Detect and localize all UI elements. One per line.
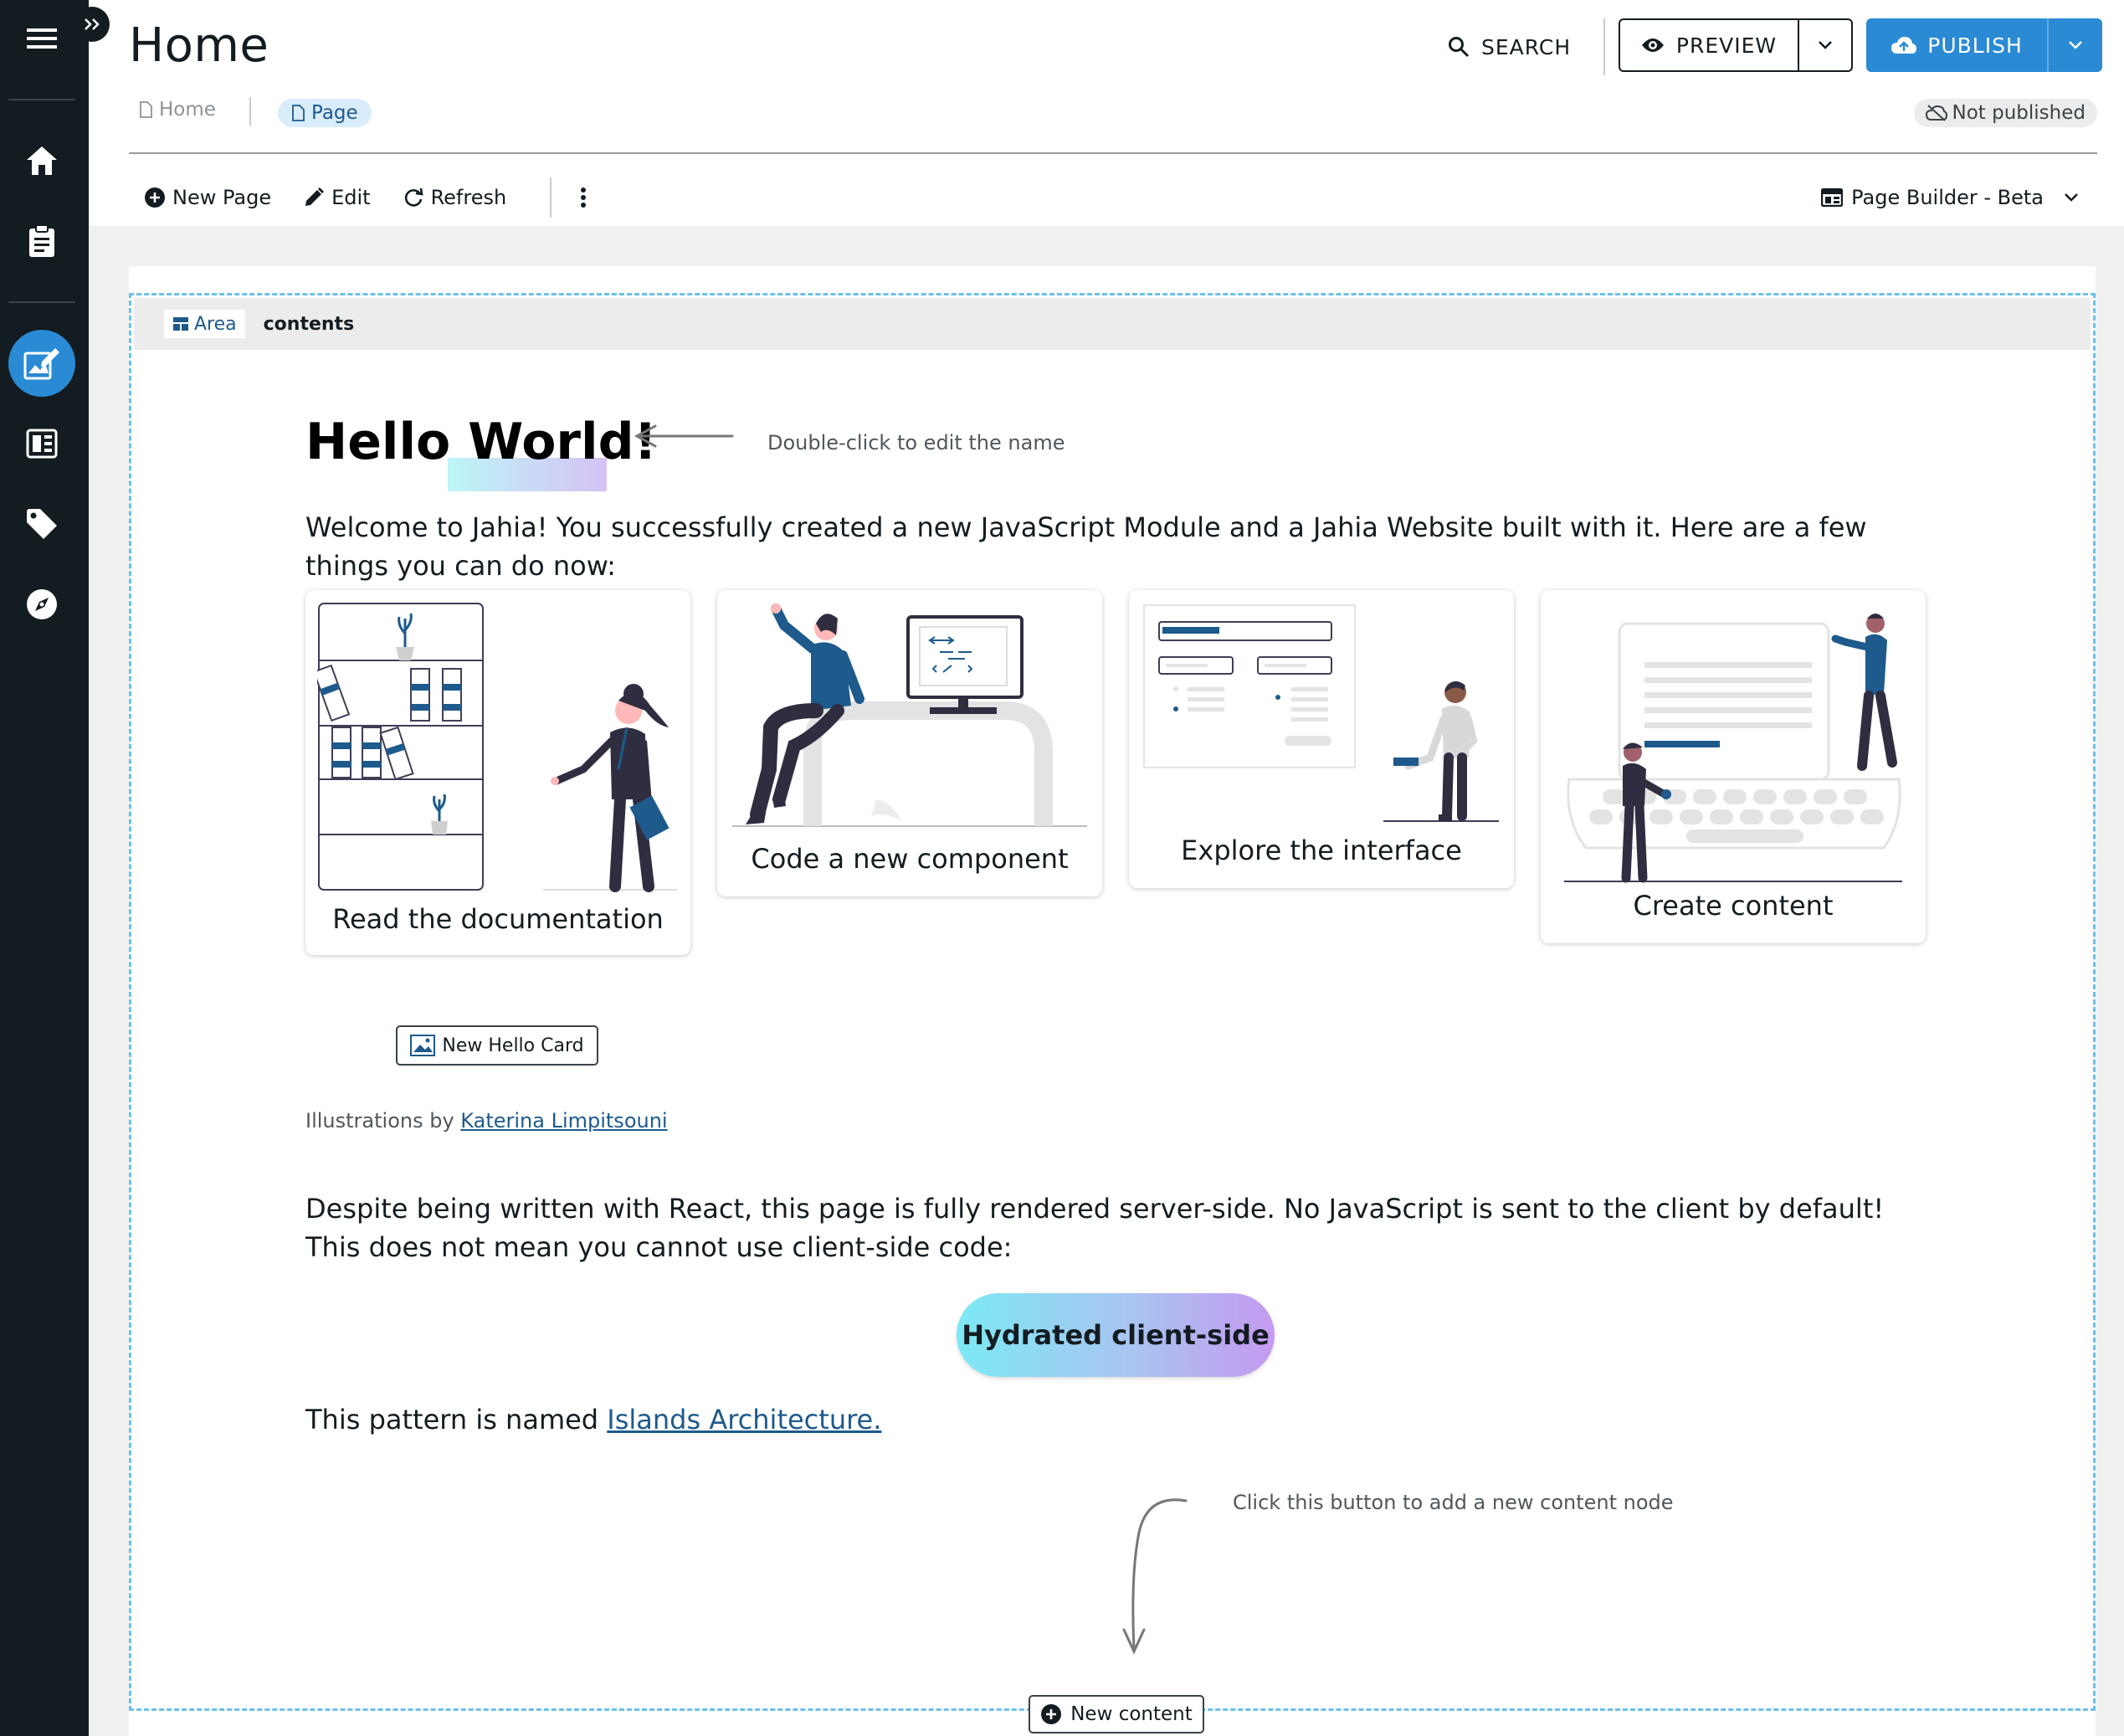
area-badge[interactable]: Area <box>164 310 245 338</box>
breadcrumb-home[interactable]: Home <box>139 99 216 121</box>
image-icon <box>410 1035 436 1056</box>
home-icon[interactable] <box>0 127 84 194</box>
preview-button-group: PREVIEW <box>1619 18 1853 72</box>
code-illustration <box>732 603 1087 827</box>
new-page-button[interactable]: New Page <box>144 186 271 209</box>
documentation-illustration <box>317 603 677 892</box>
content-grid-icon[interactable] <box>0 410 84 477</box>
pencil-icon <box>305 187 325 206</box>
file-icon <box>292 105 305 121</box>
card-title: Read the documentation <box>332 903 664 935</box>
card-code-component[interactable]: Code a new component <box>717 590 1102 896</box>
search-icon <box>1449 37 1470 58</box>
area-header: Area contents <box>134 298 2091 350</box>
create-content-illustration <box>1564 614 1902 883</box>
add-circle-icon <box>145 187 165 208</box>
card-title: Code a new component <box>751 843 1069 875</box>
preview-button[interactable]: PREVIEW <box>1620 20 1799 70</box>
add-circle-icon <box>1041 1704 1062 1724</box>
page-canvas: Area contents Hello World! Double-click … <box>129 266 2096 1736</box>
search-button[interactable]: SEARCH <box>1448 28 1571 65</box>
hydrated-button[interactable]: Hydrated client-side <box>957 1293 1275 1377</box>
compass-icon[interactable] <box>0 571 84 638</box>
credit-prefix: Illustrations by <box>305 1109 461 1133</box>
refresh-icon <box>404 187 423 207</box>
file-icon <box>140 101 152 118</box>
publish-button-group: PUBLISH <box>1866 18 2102 72</box>
page-title: Home <box>129 18 269 73</box>
status-label: Not published <box>1952 102 2086 124</box>
card-title: Explore the interface <box>1181 835 1462 866</box>
publish-label: PUBLISH <box>1927 33 2023 58</box>
header-divider <box>1603 18 1605 75</box>
nav-divider <box>8 301 75 303</box>
edit-button[interactable]: Edit <box>303 186 371 209</box>
interface-illustration <box>1143 604 1499 822</box>
more-options-icon[interactable] <box>580 187 587 208</box>
search-label: SEARCH <box>1481 34 1572 59</box>
cloud-upload-icon <box>1891 37 1917 54</box>
new-hello-card-label: New Hello Card <box>442 1035 584 1056</box>
breadcrumb-label: Home <box>159 99 216 121</box>
header-divider-line <box>129 152 2097 154</box>
app-header: Home SEARCH PREVIEW PUBLISH Home Page No <box>89 0 2124 226</box>
preview-dropdown-button[interactable] <box>1799 20 1851 70</box>
hello-heading[interactable]: Hello World! <box>305 413 657 471</box>
page-builder-icon <box>1821 188 1844 207</box>
islands-architecture-link[interactable]: Islands Architecture. <box>607 1404 881 1436</box>
card-explore-interface[interactable]: Explore the interface <box>1129 590 1514 888</box>
card-documentation[interactable]: Read the documentation <box>305 590 690 955</box>
refresh-button[interactable]: Refresh <box>403 186 507 209</box>
new-hello-card-button[interactable]: New Hello Card <box>396 1025 598 1066</box>
page-composer-icon[interactable] <box>0 330 84 397</box>
new-content-button[interactable]: New content <box>1029 1695 1204 1733</box>
refresh-label: Refresh <box>430 186 507 209</box>
pattern-prefix: This pattern is named <box>305 1404 608 1436</box>
heading-hint: Double-click to edit the name <box>767 431 1065 455</box>
illustration-credit: Illustrations by Katerina Limpitsouni <box>305 1109 668 1133</box>
area-badge-label: Area <box>194 313 237 335</box>
area-icon <box>173 317 188 331</box>
intro-paragraph: Welcome to Jahia! You successfully creat… <box>305 511 1867 582</box>
breadcrumb-page[interactable]: Page <box>278 99 372 127</box>
breadcrumb-label: Page <box>311 102 358 124</box>
view-mode-selector[interactable]: Page Builder - Beta <box>1821 179 2079 216</box>
new-page-label: New Page <box>172 186 272 209</box>
chevron-down-icon <box>2069 41 2082 49</box>
tag-icon[interactable] <box>0 490 84 557</box>
arrow-left-icon <box>634 424 734 448</box>
primary-navigation <box>0 0 89 1736</box>
publish-dropdown-button[interactable] <box>2049 18 2102 72</box>
eye-icon <box>1641 39 1664 52</box>
pattern-paragraph: This pattern is named Islands Architectu… <box>305 1404 881 1436</box>
edit-label: Edit <box>331 186 371 209</box>
nav-divider <box>8 99 75 100</box>
card-title: Create content <box>1633 890 1834 922</box>
add-content-hint: Click this button to add a new content n… <box>1233 1491 1674 1514</box>
chevron-down-icon <box>2065 193 2078 202</box>
breadcrumb-divider <box>249 97 251 126</box>
menu-icon[interactable] <box>0 5 84 72</box>
status-badge: Not published <box>1913 99 2097 127</box>
credit-link[interactable]: Katerina Limpitsouni <box>460 1109 667 1133</box>
content-area[interactable]: Area contents Hello World! Double-click … <box>129 293 2096 1733</box>
toolbar-divider <box>550 177 552 218</box>
expand-nav-icon[interactable] <box>74 7 110 42</box>
clipboard-icon[interactable] <box>0 208 84 275</box>
preview-label: PREVIEW <box>1675 33 1778 58</box>
server-side-paragraph: Despite being written with React, this p… <box>305 1193 1885 1263</box>
curved-arrow-icon <box>1122 1498 1188 1655</box>
cloud-off-icon <box>1925 105 1947 121</box>
new-content-label: New content <box>1070 1703 1193 1725</box>
page-toolbar: New Page Edit Refresh <box>144 177 587 218</box>
chevron-down-icon <box>1819 41 1832 49</box>
publish-button[interactable]: PUBLISH <box>1866 18 2049 72</box>
view-mode-label: Page Builder - Beta <box>1851 186 2044 209</box>
area-name: contents <box>263 313 355 335</box>
card-create-content[interactable]: Create content <box>1541 590 1926 943</box>
